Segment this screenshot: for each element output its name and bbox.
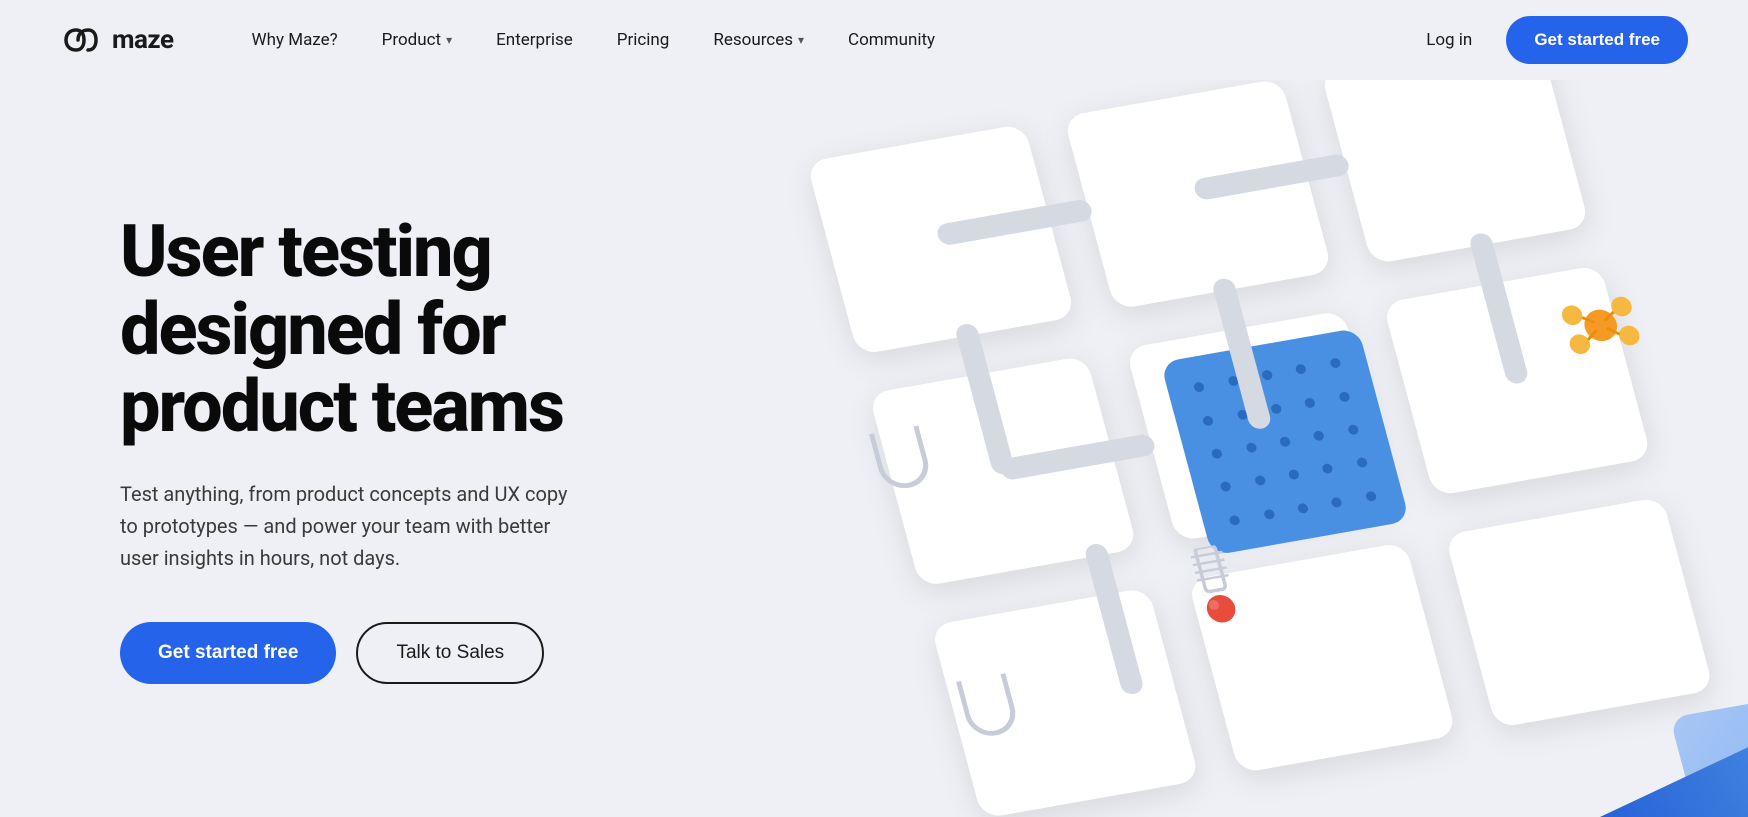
red-spring-element	[1175, 542, 1256, 634]
brand-name: maze	[112, 25, 174, 55]
maze-logo-icon	[60, 26, 102, 54]
hero-content: User testing designed for product teams …	[120, 213, 740, 684]
nav-pricing[interactable]: Pricing	[599, 22, 688, 58]
illustration-grid	[687, 80, 1748, 817]
nav-why-maze[interactable]: Why Maze?	[234, 22, 356, 58]
nav-cta-button[interactable]: Get started free	[1506, 16, 1688, 64]
resources-chevron-icon: ▾	[798, 33, 804, 47]
hero-sales-button[interactable]: Talk to Sales	[356, 622, 544, 684]
nav-product[interactable]: Product ▾	[364, 22, 470, 58]
nav-links: Why Maze? Product ▾ Enterprise Pricing R…	[234, 22, 1409, 58]
hero-buttons: Get started free Talk to Sales	[120, 622, 740, 684]
navbar: maze Why Maze? Product ▾ Enterprise Pric…	[0, 0, 1748, 80]
illustration-card-9	[1445, 497, 1714, 729]
hero-illustration	[808, 80, 1748, 817]
nav-community[interactable]: Community	[830, 22, 953, 58]
nav-right: Log in Get started free	[1408, 16, 1688, 64]
illustration-card-3	[1320, 80, 1589, 264]
login-link[interactable]: Log in	[1408, 22, 1490, 58]
nav-resources[interactable]: Resources ▾	[695, 22, 822, 58]
hero-subtitle: Test anything, from product concepts and…	[120, 478, 580, 574]
nav-enterprise[interactable]: Enterprise	[478, 22, 591, 58]
hero-title: User testing designed for product teams	[120, 213, 740, 446]
hero-section: User testing designed for product teams …	[0, 80, 1748, 817]
logo-link[interactable]: maze	[60, 25, 174, 55]
hero-cta-button[interactable]: Get started free	[120, 622, 336, 684]
product-chevron-icon: ▾	[446, 33, 452, 47]
